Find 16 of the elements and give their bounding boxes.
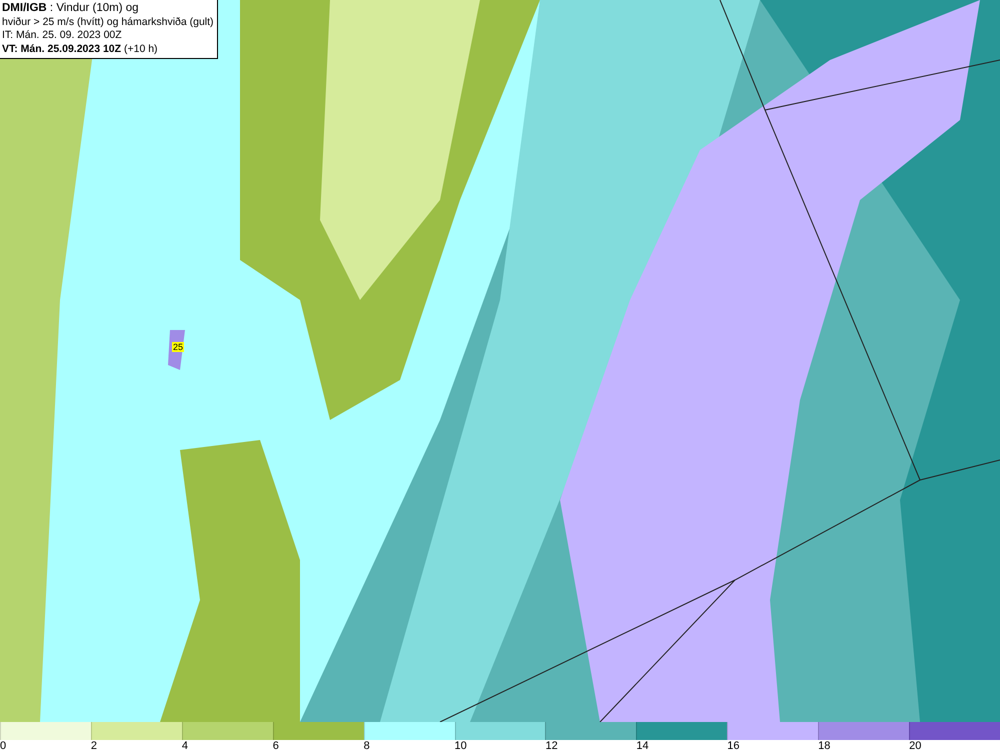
- legend-label: 10: [454, 740, 467, 752]
- legend-label: 4: [182, 740, 188, 752]
- title-line: hviður > 25 m/s (hvítt) og hámarkshviða (gult): [2, 16, 214, 29]
- legend-label: 12: [545, 740, 558, 752]
- title-line: IT: Mán. 25. 09. 2023 00Z: [2, 29, 123, 42]
- legend-label: 20: [909, 740, 922, 752]
- legend-label: 6: [272, 740, 279, 752]
- legend-label: 2: [90, 740, 98, 752]
- gust-label: 25: [172, 342, 184, 352]
- legend-label: 16: [727, 740, 740, 752]
- legend-label: 18: [818, 740, 830, 752]
- legend-label: 14: [636, 740, 649, 752]
- legend-label: 0: [0, 740, 6, 752]
- legend-label: 8: [364, 740, 370, 752]
- title-line: VT: Mán. 25.09.2023 10Z (+10 h): [2, 42, 159, 56]
- title-line: DMI/IGB : Vindur (10m) og: [2, 2, 140, 16]
